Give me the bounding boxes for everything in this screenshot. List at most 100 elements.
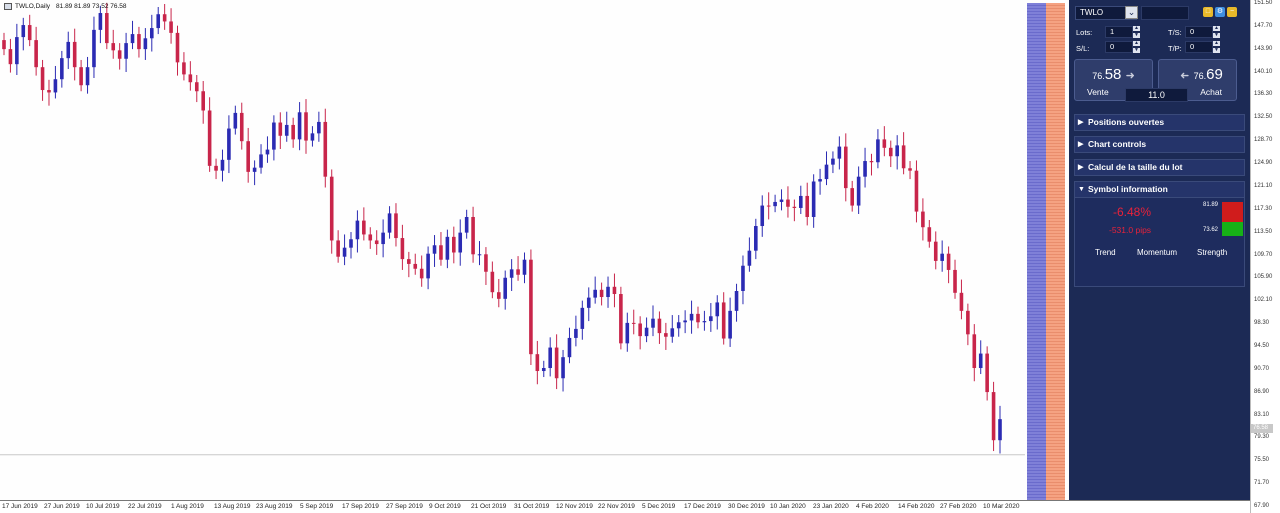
time-tick: 27 Jun 2019 <box>44 503 80 510</box>
candle <box>619 286 623 350</box>
candle <box>908 161 912 180</box>
candle-body <box>484 254 488 272</box>
section-open-positions[interactable]: ▶ Positions ouvertes <box>1074 114 1245 131</box>
up-arrow-icon[interactable]: ▲ <box>1213 41 1220 46</box>
price-tick: 75.50 <box>1254 457 1270 464</box>
take-profit-input[interactable]: 0 <box>1185 41 1213 53</box>
time-tick: 10 Mar 2020 <box>983 503 1020 510</box>
candle <box>953 259 957 299</box>
price-tick: 94.50 <box>1254 342 1270 349</box>
symbol-search-box[interactable] <box>1141 6 1189 20</box>
price-scale[interactable]: 151.50 147.70 143.90 140.10 136.30 132.50 128.… <box>1250 0 1280 513</box>
candle <box>638 316 642 350</box>
price-chart[interactable]: TWLO,Daily 81.89 81.89 73.52 76.58 TWLO … <box>0 0 1250 500</box>
time-axis[interactable]: 17 Jun 2019 27 Jun 2019 10 Jul 2019 22 Jul … <box>0 500 1250 513</box>
candle-body <box>60 58 64 80</box>
candle-body <box>644 327 649 337</box>
candle <box>792 199 797 222</box>
down-arrow-icon[interactable]: ▼ <box>1133 48 1140 53</box>
lots-input[interactable]: 1 <box>1105 26 1133 38</box>
candle-body <box>496 292 501 299</box>
candle <box>946 246 951 284</box>
up-arrow-icon[interactable]: ▲ <box>1133 41 1140 46</box>
time-tick: 1 Aug 2019 <box>171 503 204 510</box>
price-tick: 67.90 <box>1254 503 1270 509</box>
candle <box>998 405 1002 454</box>
candle-body <box>824 164 829 180</box>
candle-body <box>2 40 6 50</box>
candle <box>156 7 161 35</box>
candle-body <box>978 353 983 369</box>
candle <box>34 26 38 76</box>
up-arrow-icon[interactable]: ▲ <box>1133 26 1140 31</box>
minimize-icon[interactable]: − <box>1227 7 1237 17</box>
stop-loss-spinner[interactable]: ▲ ▼ <box>1133 41 1140 53</box>
candle-body <box>291 124 295 140</box>
candle <box>554 334 559 390</box>
candle <box>509 259 514 291</box>
candle-body <box>586 297 591 308</box>
candle <box>259 144 263 174</box>
candle-body <box>464 216 469 233</box>
down-arrow-icon[interactable]: ▼ <box>1213 48 1220 53</box>
candle-body <box>246 141 250 172</box>
candle <box>143 28 148 60</box>
time-tick: 13 Aug 2019 <box>214 503 251 510</box>
candle <box>631 309 636 335</box>
candle <box>824 151 829 186</box>
candle-body <box>933 241 938 261</box>
section-symbol-information[interactable]: ▼ Symbol information <box>1074 181 1245 198</box>
stop-loss-input[interactable]: 0 <box>1105 41 1133 53</box>
candle <box>702 310 707 331</box>
chevron-down-icon[interactable]: ⌄ <box>1125 6 1138 19</box>
section-chart-controls[interactable]: ▶ Chart controls <box>1074 136 1245 153</box>
candle <box>72 28 77 81</box>
trailing-stop-input[interactable]: 0 <box>1185 26 1213 38</box>
trend-label: Trend <box>1095 248 1116 257</box>
candle <box>374 230 379 255</box>
candle-body <box>214 165 218 171</box>
settings-icon[interactable]: ⚙ <box>1215 7 1225 17</box>
expand-arrow-icon: ▶ <box>1078 119 1084 126</box>
candle-body <box>567 337 572 358</box>
candle-body <box>972 334 977 369</box>
lots-spinner[interactable]: ▲ ▼ <box>1133 26 1140 38</box>
candle-body <box>876 139 880 163</box>
candle <box>2 32 6 56</box>
candle-body <box>362 220 366 235</box>
candle-body <box>439 245 443 260</box>
candle-body <box>162 14 167 22</box>
up-arrow-icon[interactable]: ▲ <box>1213 26 1220 31</box>
down-arrow-icon[interactable]: ▼ <box>1133 33 1140 38</box>
candle-body <box>850 188 855 206</box>
ohlc-values: 81.89 81.89 73.52 76.58 <box>56 3 127 10</box>
symbol-period-label: TWLO,Daily <box>15 3 51 10</box>
section-lot-size-calculator[interactable]: ▶ Calcul de la taille du lot <box>1074 159 1245 176</box>
candle-body <box>651 318 655 328</box>
candle <box>329 169 334 254</box>
trailing-stop-spinner[interactable]: ▲ ▼ <box>1213 26 1220 38</box>
candle-body <box>477 254 482 256</box>
candle-body <box>811 181 816 217</box>
candle <box>709 303 713 332</box>
candle-body <box>991 392 996 441</box>
candle <box>612 273 617 308</box>
down-arrow-icon[interactable]: ▼ <box>1213 33 1220 38</box>
candle <box>888 140 893 168</box>
price-tick: 102.10 <box>1254 297 1273 304</box>
candle-body <box>895 145 899 157</box>
candle <box>111 29 116 59</box>
candle <box>644 317 649 343</box>
candle <box>362 207 366 241</box>
candle-body <box>336 240 340 257</box>
copy-icon[interactable]: □ <box>1203 7 1213 17</box>
candle <box>381 219 385 258</box>
take-profit-spinner[interactable]: ▲ ▼ <box>1213 41 1220 53</box>
candle-body <box>355 220 360 240</box>
candle-body <box>522 259 527 275</box>
candle <box>503 270 508 310</box>
price-tick: 113.50 <box>1254 228 1272 235</box>
candle <box>323 108 328 188</box>
candle-body <box>227 128 231 160</box>
candle <box>278 112 283 150</box>
